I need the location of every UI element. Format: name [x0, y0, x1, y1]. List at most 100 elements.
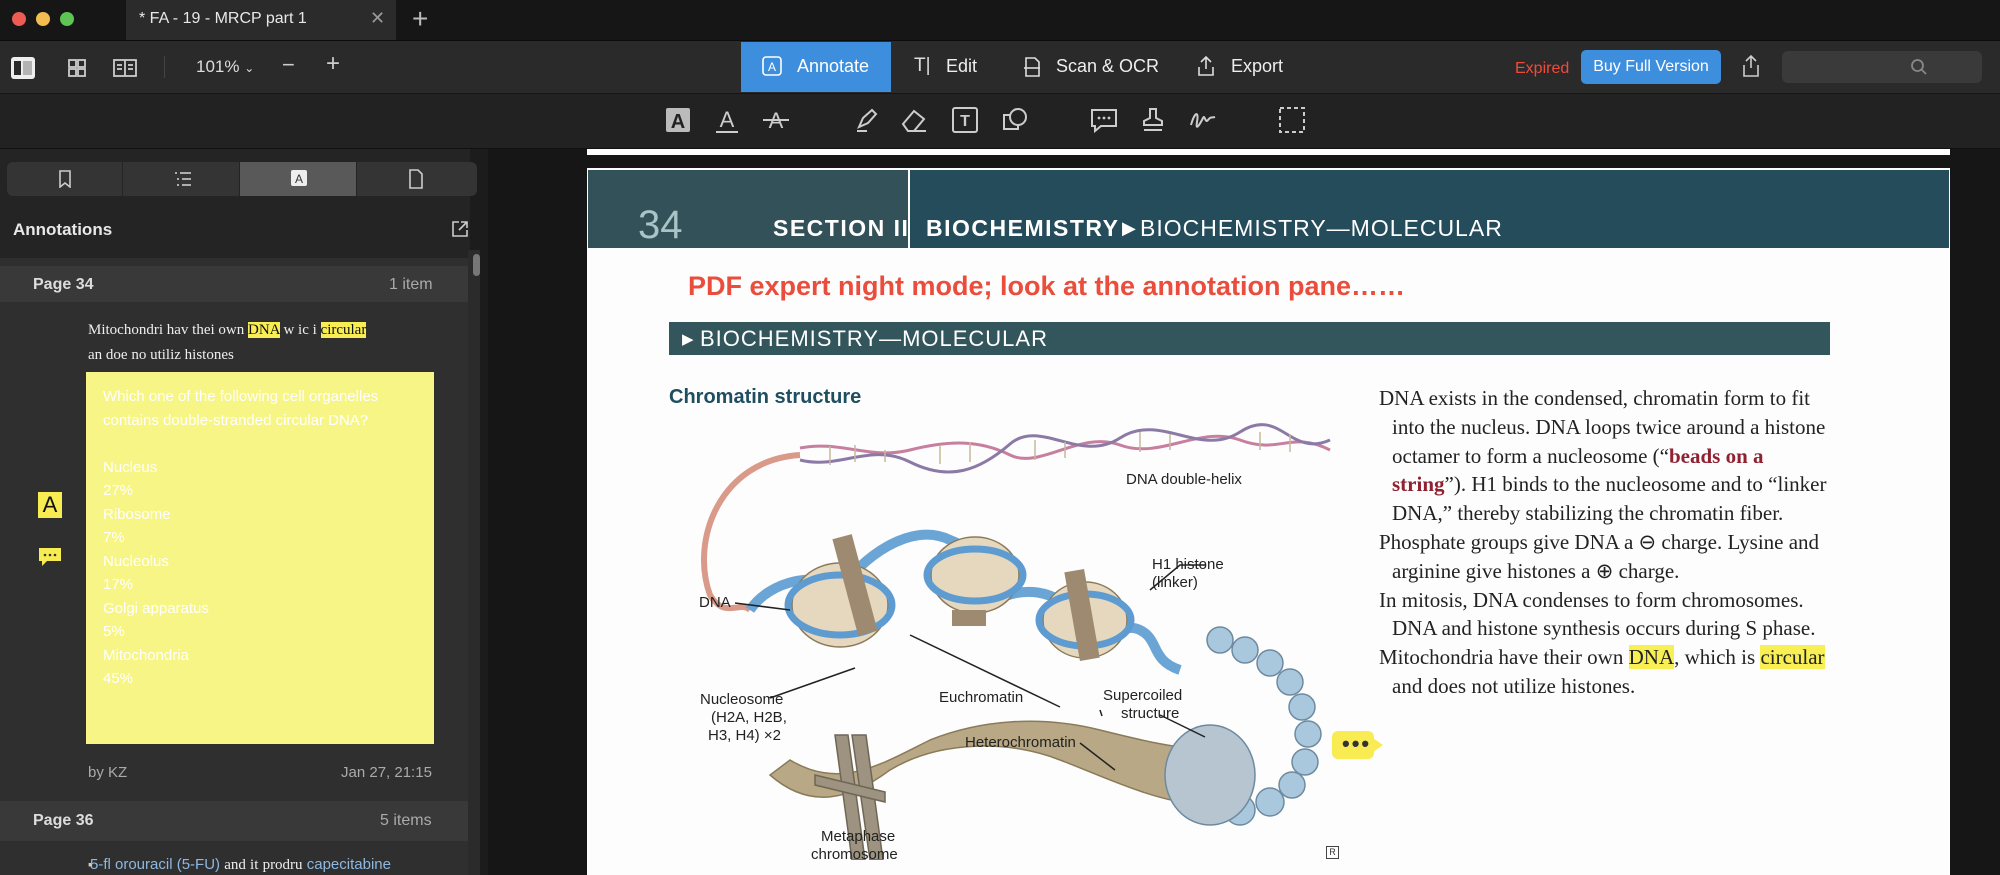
- section-band-title: BIOCHEMISTRY—MOLECULAR: [700, 326, 1048, 351]
- page-group-label: Page 34: [33, 276, 94, 293]
- comment-icon[interactable]: [1089, 105, 1119, 135]
- scan-icon: [1024, 57, 1040, 77]
- quote-highlight: DNA: [248, 322, 280, 338]
- note-author: by KZ: [88, 764, 128, 781]
- annotate-icon: A: [762, 56, 782, 76]
- quote-word: and: [224, 857, 246, 873]
- quote-word: i: [312, 322, 317, 338]
- more-dots-icon: •••: [1342, 731, 1372, 756]
- note-marker-pointer-icon: [1373, 738, 1383, 752]
- triangle-right-icon: ▶: [682, 331, 694, 348]
- toolbar-divider: [164, 56, 165, 78]
- signature-icon[interactable]: [1188, 105, 1218, 135]
- selection-tool-icon[interactable]: [1277, 105, 1307, 135]
- subject-label: BIOCHEMISTRY: [926, 215, 1120, 241]
- page-thumbnail-icon: [409, 169, 423, 189]
- zoom-out-button[interactable]: −: [282, 52, 295, 78]
- bookmark-icon: [59, 170, 71, 188]
- highlight-quote[interactable]: 5-fl orouracil (5-FU) and it prodru cape…: [90, 856, 391, 874]
- label-metaphase: Metaphase: [821, 828, 896, 845]
- typed-annotation-text[interactable]: PDF expert night mode; look at the annot…: [688, 271, 1405, 302]
- label-h1-histone: H1 histone: [1152, 556, 1224, 573]
- buy-full-version-button[interactable]: Buy Full Version: [1581, 50, 1721, 84]
- page-group-label: Page 36: [33, 812, 94, 829]
- shapes-icon[interactable]: [1000, 105, 1030, 135]
- highlighted-text[interactable]: circular: [1760, 645, 1825, 670]
- edit-text-icon: T|: [914, 55, 931, 76]
- label-euchromatin: Euchromatin: [939, 689, 1024, 706]
- page-group-count: 1 item: [389, 276, 433, 293]
- highlighted-text[interactable]: DNA: [1628, 645, 1675, 670]
- text-run: ”). H1 binds to the nucleosome and to “l…: [1392, 472, 1827, 526]
- tab-scan-ocr[interactable]: Scan & OCR: [1056, 56, 1159, 77]
- underline-text-icon[interactable]: A: [712, 105, 742, 135]
- quote-word: w: [283, 322, 295, 338]
- quote-word: histones: [184, 347, 234, 363]
- quote-highlight: capecitabine: [306, 856, 391, 873]
- highlight-quote[interactable]: Mitochondri hav thei own DNA w ic i circ…: [88, 318, 438, 368]
- maximize-window-button[interactable]: [60, 12, 74, 26]
- label-supercoiled: Supercoiled: [1103, 687, 1183, 704]
- paragraph: Mitochondria have their own DNA, which i…: [1379, 643, 1839, 701]
- quote-word: prodru: [262, 857, 303, 873]
- reading-mode-icon[interactable]: [112, 56, 138, 80]
- triangle-right-icon: ▶: [1122, 218, 1136, 238]
- sidebar-toggle-icon[interactable]: [10, 56, 36, 80]
- page-group-count: 5 items: [380, 812, 432, 829]
- label-nucleosome: Nucleosome: [700, 691, 784, 708]
- highlighter-pen-icon[interactable]: [851, 105, 881, 135]
- search-input[interactable]: [1782, 51, 1982, 83]
- export-annotations-icon[interactable]: [451, 220, 469, 238]
- label-heterochromatin: Heterochromatin: [965, 734, 1076, 751]
- previous-page-edge: [587, 149, 1950, 155]
- minimize-window-button[interactable]: [36, 12, 50, 26]
- label-metaphase-chromosome: chromosome: [811, 846, 898, 863]
- eraser-icon[interactable]: [899, 105, 929, 135]
- quote-word: utiliz: [150, 347, 181, 363]
- section-label: SECTION II: [773, 215, 910, 241]
- zoom-select[interactable]: 101% ⌄: [196, 57, 254, 77]
- strikethrough-text-icon[interactable]: A: [761, 105, 791, 135]
- quote-word: no: [131, 347, 147, 363]
- chromatin-illustration: [701, 423, 1331, 860]
- quote-word: ic: [298, 322, 309, 338]
- tab-title: * FA - 19 - MRCP part 1: [139, 10, 307, 27]
- search-icon: [1911, 59, 1927, 75]
- text-run: and does not utilize histones.: [1392, 673, 1636, 698]
- note-comment-icon[interactable]: [38, 546, 62, 568]
- document-body-text[interactable]: DNA exists in the condensed, chromatin f…: [1379, 384, 1839, 701]
- highlight-text-icon[interactable]: A: [663, 105, 693, 135]
- quote-word: an: [88, 347, 103, 363]
- zoom-value: 101%: [196, 57, 240, 76]
- svg-text:A: A: [295, 172, 303, 186]
- paragraph: Phosphate groups give DNA a ⊖ charge. Ly…: [1379, 529, 1820, 583]
- note-date: Jan 27, 21:15: [341, 764, 432, 781]
- section-breadcrumb: BIOCHEMISTRY—MOLECULAR: [1140, 215, 1503, 241]
- figure-credit-icon: R: [1326, 846, 1339, 859]
- new-tab-icon[interactable]: +: [412, 3, 428, 35]
- paragraph: In mitosis, DNA condenses to form chromo…: [1379, 587, 1816, 641]
- quote-word: it: [250, 857, 259, 873]
- tab-edit[interactable]: Edit: [946, 56, 977, 77]
- paragraph: DNA exists in the condensed, chromatin f…: [1379, 384, 1839, 528]
- label-supercoiled-structure: structure: [1121, 705, 1180, 722]
- tab-close-icon[interactable]: ✕: [370, 8, 385, 29]
- label-dna-helix: DNA double-helix: [1126, 471, 1242, 488]
- svg-text:A: A: [671, 111, 685, 133]
- figure-title: Chromatin structure: [669, 386, 862, 408]
- tab-export[interactable]: Export: [1231, 56, 1283, 77]
- stamp-icon[interactable]: [1138, 105, 1168, 135]
- annotation-scrollbar[interactable]: [468, 250, 480, 875]
- grid-view-icon[interactable]: [64, 56, 90, 80]
- zoom-in-button[interactable]: +: [326, 50, 340, 78]
- note-text: Which one of the following cell organell…: [103, 388, 379, 687]
- annotations-icon: A: [291, 170, 307, 186]
- share-icon[interactable]: [1740, 54, 1762, 78]
- close-window-button[interactable]: [12, 12, 26, 26]
- quote-word: hav: [166, 322, 189, 338]
- quote-highlight: circular: [320, 322, 367, 338]
- scrollbar-thumb[interactable]: [473, 254, 480, 276]
- expired-label: Expired: [1515, 60, 1570, 77]
- text-box-icon[interactable]: T: [950, 105, 980, 135]
- label-dna: DNA: [699, 594, 731, 611]
